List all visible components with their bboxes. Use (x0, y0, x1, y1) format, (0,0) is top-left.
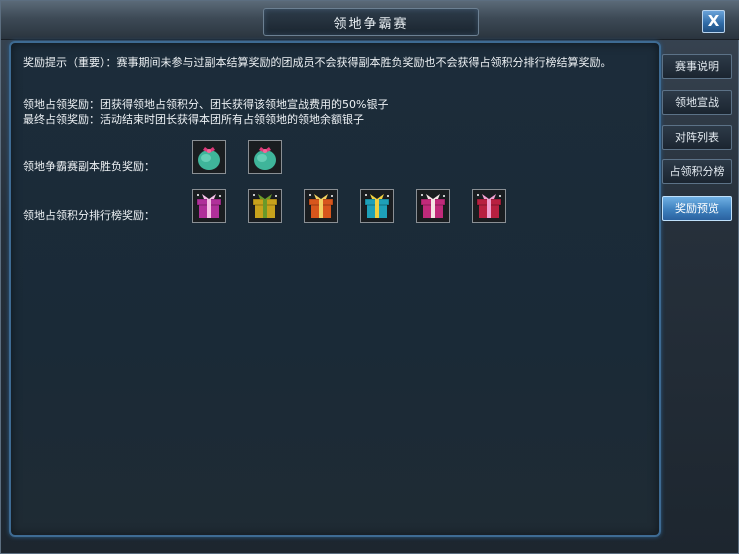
territory-reward-text: 领地占领奖励：团获得领地占领积分、团长获得该领地宣战费用的50%银子 (23, 98, 389, 111)
tab-reward-preview[interactable]: 奖励预览 (662, 196, 732, 221)
rank-reward-label: 领地占领积分排行榜奖励： (23, 209, 155, 222)
gift-pouch-icon[interactable] (192, 140, 226, 174)
title-bar[interactable]: 领地争霸赛 X (1, 1, 739, 40)
gift-box-pink-red-icon[interactable] (416, 189, 450, 223)
window-title: 领地争霸赛 (333, 17, 409, 32)
close-button[interactable]: X (702, 10, 725, 33)
gift-box-orange-icon[interactable] (304, 189, 338, 223)
gift-pouch-icon[interactable] (248, 140, 282, 174)
tab-rules[interactable]: 赛事说明 (662, 54, 732, 79)
gift-box-teal-icon[interactable] (360, 189, 394, 223)
gift-box-yellow-icon[interactable] (248, 189, 282, 223)
reward-preview-panel: 奖励提示（重要）：赛事期间未参与过副本结算奖励的团成员不会获得副本胜负奖励也不会… (9, 41, 661, 537)
gift-box-magenta-icon[interactable] (192, 189, 226, 223)
gift-box-crimson-icon[interactable] (472, 189, 506, 223)
battle-reward-label: 领地争霸赛副本胜负奖励： (23, 160, 155, 173)
final-reward-text: 最终占领奖励：活动结束时团长获得本团所有占领领地的领地余额银子 (23, 113, 364, 126)
tab-occupation-ranking[interactable]: 占领积分榜 (662, 159, 732, 184)
title-plate: 领地争霸赛 (263, 8, 479, 36)
reward-notice-text: 奖励提示（重要）：赛事期间未参与过副本结算奖励的团成员不会获得副本胜负奖励也不会… (23, 56, 612, 69)
tab-declare-war[interactable]: 领地宣战 (662, 90, 732, 115)
game-window: 领地争霸赛 X 奖励提示（重要）：赛事期间未参与过副本结算奖励的团成员不会获得副… (0, 0, 739, 554)
tab-matchups[interactable]: 对阵列表 (662, 125, 732, 150)
